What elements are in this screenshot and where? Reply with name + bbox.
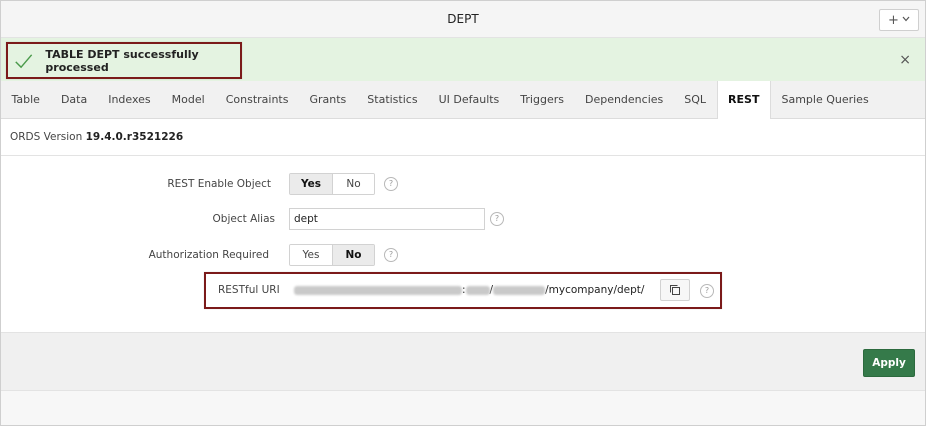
success-message-text: TABLE DEPT successfully processed [45, 47, 199, 74]
rest-enable-yes-button[interactable]: Yes [290, 174, 332, 194]
success-banner: TABLE DEPT successfully processed × [1, 38, 925, 81]
help-icon[interactable]: ? [384, 177, 398, 191]
success-message: TABLE DEPT successfully processed [6, 42, 242, 79]
uri-path-suffix: /mycompany/dept/ [545, 284, 645, 296]
tab-triggers[interactable]: Triggers [510, 81, 575, 118]
plus-icon: + [888, 12, 899, 28]
tab-constraints[interactable]: Constraints [215, 81, 299, 118]
tab-sample-queries[interactable]: Sample Queries [771, 81, 879, 118]
restful-uri-value[interactable]: : / /mycompany/dept/ [294, 284, 644, 296]
ords-version-value: 19.4.0.r3521226 [85, 131, 184, 143]
check-icon [15, 53, 33, 68]
help-icon[interactable]: ? [700, 284, 714, 298]
tab-bar: Table Data Indexes Model Constraints Gra… [1, 81, 925, 119]
chevron-down-icon [902, 15, 910, 25]
redacted-port [465, 285, 490, 295]
redacted-host [294, 285, 462, 295]
tab-ui-defaults[interactable]: UI Defaults [428, 81, 510, 118]
authorization-required-label: Authorization Required [148, 249, 269, 261]
object-alias-input[interactable]: dept [289, 208, 485, 230]
button-bar: Apply [1, 333, 925, 391]
authorization-yes-button[interactable]: Yes [290, 245, 332, 265]
copy-button[interactable] [660, 279, 690, 301]
tab-grants[interactable]: Grants [299, 81, 357, 118]
tab-data[interactable]: Data [50, 81, 97, 118]
rest-enable-toggle: Yes No [289, 173, 375, 195]
tab-sql[interactable]: SQL [674, 81, 717, 118]
help-icon[interactable]: ? [490, 212, 504, 226]
tab-rest[interactable]: REST [716, 81, 771, 119]
ords-version-row: ORDS Version 19.4.0.r3521226 [1, 119, 925, 156]
dialog-header: DEPT + [1, 1, 925, 38]
close-icon[interactable]: × [899, 52, 911, 68]
tab-statistics[interactable]: Statistics [357, 81, 428, 118]
redacted-path [493, 285, 546, 295]
authorization-no-button[interactable]: No [332, 245, 374, 265]
rest-enable-no-button[interactable]: No [332, 174, 374, 194]
copy-icon [670, 285, 680, 295]
authorization-toggle: Yes No [289, 244, 375, 266]
tab-model[interactable]: Model [161, 81, 215, 118]
object-alias-label: Object Alias [212, 213, 275, 225]
tab-indexes[interactable]: Indexes [98, 81, 161, 118]
rest-enable-label: REST Enable Object [167, 178, 271, 190]
help-icon[interactable]: ? [384, 248, 398, 262]
add-menu-button[interactable]: + [879, 9, 919, 31]
tab-table[interactable]: Table [1, 81, 50, 118]
rest-form: REST Enable Object Yes No ? Object Alias… [1, 156, 925, 333]
bottom-area [1, 391, 925, 425]
restful-uri-row: RESTful URI : / /mycompany/dept/ ? [204, 272, 722, 309]
ords-version-label: ORDS Version [10, 131, 83, 143]
restful-uri-label: RESTful URI [218, 284, 280, 296]
apply-button[interactable]: Apply [863, 349, 915, 377]
page-title: DEPT [447, 12, 479, 26]
tab-dependencies[interactable]: Dependencies [574, 81, 673, 118]
